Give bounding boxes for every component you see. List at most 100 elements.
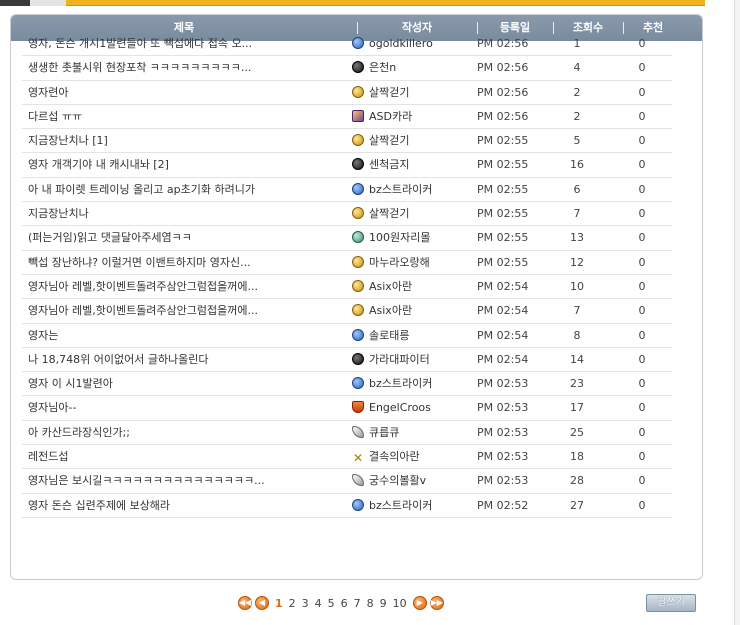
post-author[interactable]: 가라대파이터 <box>352 348 470 372</box>
post-author[interactable]: 은천n <box>352 56 470 80</box>
post-author[interactable]: ASD카라 <box>352 105 470 129</box>
post-date: PM 02:53 <box>477 377 529 391</box>
post-author[interactable]: EngelCroos <box>352 396 470 420</box>
post-title-link[interactable]: 영자 개객기야 내 캐시내놔 [2] <box>28 153 346 177</box>
table-row[interactable]: 영자님아 레벨,핫이벤트돌려주삼안그럼접을꺼에... Asix아란 PM 02:54… <box>22 275 672 300</box>
post-title-link[interactable]: 영자 돈슨 십련주제에 보상해라 <box>28 494 346 518</box>
post-date: PM 02:53 <box>477 474 529 488</box>
table-row[interactable]: 영자 개객기야 내 캐시내놔 [2] 센척금지 PM 02:55 16 0 <box>22 153 672 178</box>
page-number-3[interactable]: 3 <box>302 597 309 610</box>
table-row[interactable]: 지금장난치나 살짝걷기 PM 02:55 7 0 <box>22 202 672 227</box>
table-row[interactable]: 영자님아-- EngelCroos PM 02:53 17 0 <box>22 396 672 421</box>
post-title-link[interactable]: 영자님아-- <box>28 396 346 420</box>
post-title-link[interactable]: 영자님아 레벨,핫이벤트돌려주삼안그럼접을꺼에... <box>28 299 346 323</box>
round-rank-icon <box>352 158 364 171</box>
table-row[interactable]: 아 카산드라장식인가;; 큐릅큐 PM 02:53 25 0 <box>22 421 672 446</box>
page-numbers: 1 2 3 4 5 6 7 8 9 10 <box>272 597 410 610</box>
post-author[interactable]: ✕ 결속의아란 <box>352 445 470 469</box>
post-recommend: 0 <box>638 450 646 464</box>
post-author[interactable]: 100원자리몰 <box>352 226 470 250</box>
post-author[interactable]: 살짝걷기 <box>352 202 470 226</box>
post-title-link[interactable]: 아 내 파이렛 트레이닝 올리고 ap초기화 하려니가 <box>28 178 346 202</box>
table-row[interactable]: 레전드섭 ✕ 결속의아란 PM 02:53 18 0 <box>22 445 672 470</box>
page-number-9[interactable]: 9 <box>380 597 387 610</box>
table-row[interactable]: 영자님아 레벨,핫이벤트돌려주삼안그럼접을꺼에... Asix아란 PM 02:54… <box>22 299 672 324</box>
table-row[interactable]: 나 18,748위 어이없어서 글하나올린다 가라대파이터 PM 02:54 14 0 <box>22 348 672 373</box>
post-title-link[interactable]: 다르섭 ㅠㅠ <box>28 105 346 129</box>
table-row[interactable]: 영자는 솔로태릉 PM 02:54 8 0 <box>22 324 672 348</box>
post-author[interactable]: 마누라오랑해 <box>352 251 470 275</box>
post-title-link[interactable]: 영자는 <box>28 324 346 348</box>
post-title-link[interactable]: 영자님아 레벨,핫이벤트돌려주삼안그럼접을꺼에... <box>28 275 346 299</box>
page-number-10[interactable]: 10 <box>393 597 407 610</box>
post-views: 16 <box>570 158 584 172</box>
table-row[interactable]: 영자 돈슨 십련주제에 보상해라 bz스트라이커 PM 02:52 27 0 <box>22 494 672 518</box>
table-row[interactable]: (퍼는거임)읽고 댓글달아주세염ㅋㅋ 100원자리몰 PM 02:55 13 0 <box>22 226 672 251</box>
post-author[interactable]: 센척금지 <box>352 153 470 177</box>
post-author[interactable]: 살짝걷기 <box>352 129 470 153</box>
page-number-1[interactable]: 1 <box>275 597 283 610</box>
post-author[interactable]: Asix아란 <box>352 299 470 323</box>
gold-rank-icon <box>352 255 364 268</box>
page-number-2[interactable]: 2 <box>289 597 296 610</box>
table-row[interactable]: 다르섭 ㅠㅠ ASD카라 PM 02:56 2 0 <box>22 105 672 130</box>
post-title-link[interactable]: 아 카산드라장식인가;; <box>28 421 346 445</box>
post-title-link[interactable]: 영자, 돈슨 개시1발련들아 또 빽섭에다 접속 오... <box>28 32 346 56</box>
post-title-link[interactable]: 레전드섭 <box>28 445 346 469</box>
post-date: PM 02:55 <box>477 182 529 196</box>
table-row[interactable]: 영자님은 보시길ㅋㅋㅋㅋㅋㅋㅋㅋㅋㅋㅋㅋㅋㅋㅋ... 궁수의볼활v PM 02:53… <box>22 469 672 494</box>
post-views: 23 <box>570 377 584 391</box>
table-row[interactable]: 생생한 촛불시위 현장포착 ㅋㅋㅋㅋㅋㅋㅋㅋㅋ... 은천n PM 02:56 4 0 <box>22 56 672 81</box>
post-title-link[interactable]: 영자련아 <box>28 81 346 105</box>
post-author[interactable]: 궁수의볼활v <box>352 469 470 493</box>
post-title-link[interactable]: (퍼는거임)읽고 댓글달아주세염ㅋㅋ <box>28 226 346 250</box>
post-author-name: 살짝걷기 <box>369 207 410 221</box>
post-title-link[interactable]: 지금장난치나 <box>28 202 346 226</box>
page-number-4[interactable]: 4 <box>315 597 322 610</box>
post-recommend: 0 <box>638 474 646 488</box>
post-title-link[interactable]: 빽섭 장난하냐? 이럴거면 이밴트하지마 영자신... <box>28 251 346 275</box>
first-page-icon[interactable]: ◀◀ <box>238 596 252 610</box>
post-title-link[interactable]: 영자 이 시1발련아 <box>28 372 346 396</box>
page-number-8[interactable]: 8 <box>367 597 374 610</box>
post-recommend: 0 <box>638 328 646 342</box>
post-views: 27 <box>570 498 584 512</box>
post-author-name: 큐릅큐 <box>369 425 400 439</box>
post-recommend: 0 <box>638 231 646 245</box>
post-views: 6 <box>573 182 581 196</box>
table-row[interactable]: 영자 이 시1발련아 bz스트라이커 PM 02:53 23 0 <box>22 372 672 397</box>
table-row[interactable]: 영자련아 살짝걷기 PM 02:56 2 0 <box>22 81 672 105</box>
post-title-link[interactable]: 나 18,748위 어이없어서 글하나올린다 <box>28 348 346 372</box>
post-author-name: ogoldkillero <box>369 37 433 50</box>
table-row[interactable]: 지금장난치나 [1] 살짝걷기 PM 02:55 5 0 <box>22 129 672 154</box>
post-date: PM 02:56 <box>477 109 529 123</box>
scrollbar-track[interactable] <box>734 0 740 625</box>
post-author-name: 센척금지 <box>369 158 410 172</box>
last-page-icon[interactable]: ▶▶ <box>429 596 444 610</box>
globe-rank-icon <box>352 377 364 390</box>
post-author[interactable]: bz스트라이커 <box>352 494 470 518</box>
next-page-icon[interactable]: ▶ <box>412 596 427 610</box>
table-row[interactable]: 영자, 돈슨 개시1발련들아 또 빽섭에다 접속 오... ogoldkiller… <box>22 32 672 57</box>
table-row[interactable]: 아 내 파이렛 트레이닝 올리고 ap초기화 하려니가 bz스트라이커 PM 02:… <box>22 178 672 203</box>
round-rank-icon <box>352 352 364 365</box>
post-author[interactable]: 살짝걷기 <box>352 81 470 105</box>
post-title-link[interactable]: 생생한 촛불시위 현장포착 ㅋㅋㅋㅋㅋㅋㅋㅋㅋ... <box>28 56 346 80</box>
post-author[interactable]: bz스트라이커 <box>352 178 470 202</box>
post-author-name: 은천n <box>369 61 397 75</box>
post-recommend: 0 <box>638 352 646 366</box>
post-title-link[interactable]: 지금장난치나 [1] <box>28 129 346 153</box>
post-author[interactable]: ogoldkillero <box>352 32 470 56</box>
page-number-6[interactable]: 6 <box>341 597 348 610</box>
post-title-link[interactable]: 영자님은 보시길ㅋㅋㅋㅋㅋㅋㅋㅋㅋㅋㅋㅋㅋㅋㅋ... <box>28 469 346 493</box>
page-number-5[interactable]: 5 <box>328 597 335 610</box>
page-number-7[interactable]: 7 <box>354 597 361 610</box>
post-author[interactable]: 큐릅큐 <box>352 421 470 445</box>
table-row[interactable]: 빽섭 장난하냐? 이럴거면 이밴트하지마 영자신... 마누라오랑해 PM 02:5… <box>22 251 672 275</box>
post-author[interactable]: Asix아란 <box>352 275 470 299</box>
prev-page-icon[interactable]: ◀ <box>255 596 269 610</box>
write-button[interactable]: 글쓰기 <box>646 594 696 612</box>
feather-rank-icon <box>352 474 364 487</box>
post-author[interactable]: 솔로태릉 <box>352 324 470 348</box>
post-author[interactable]: bz스트라이커 <box>352 372 470 396</box>
